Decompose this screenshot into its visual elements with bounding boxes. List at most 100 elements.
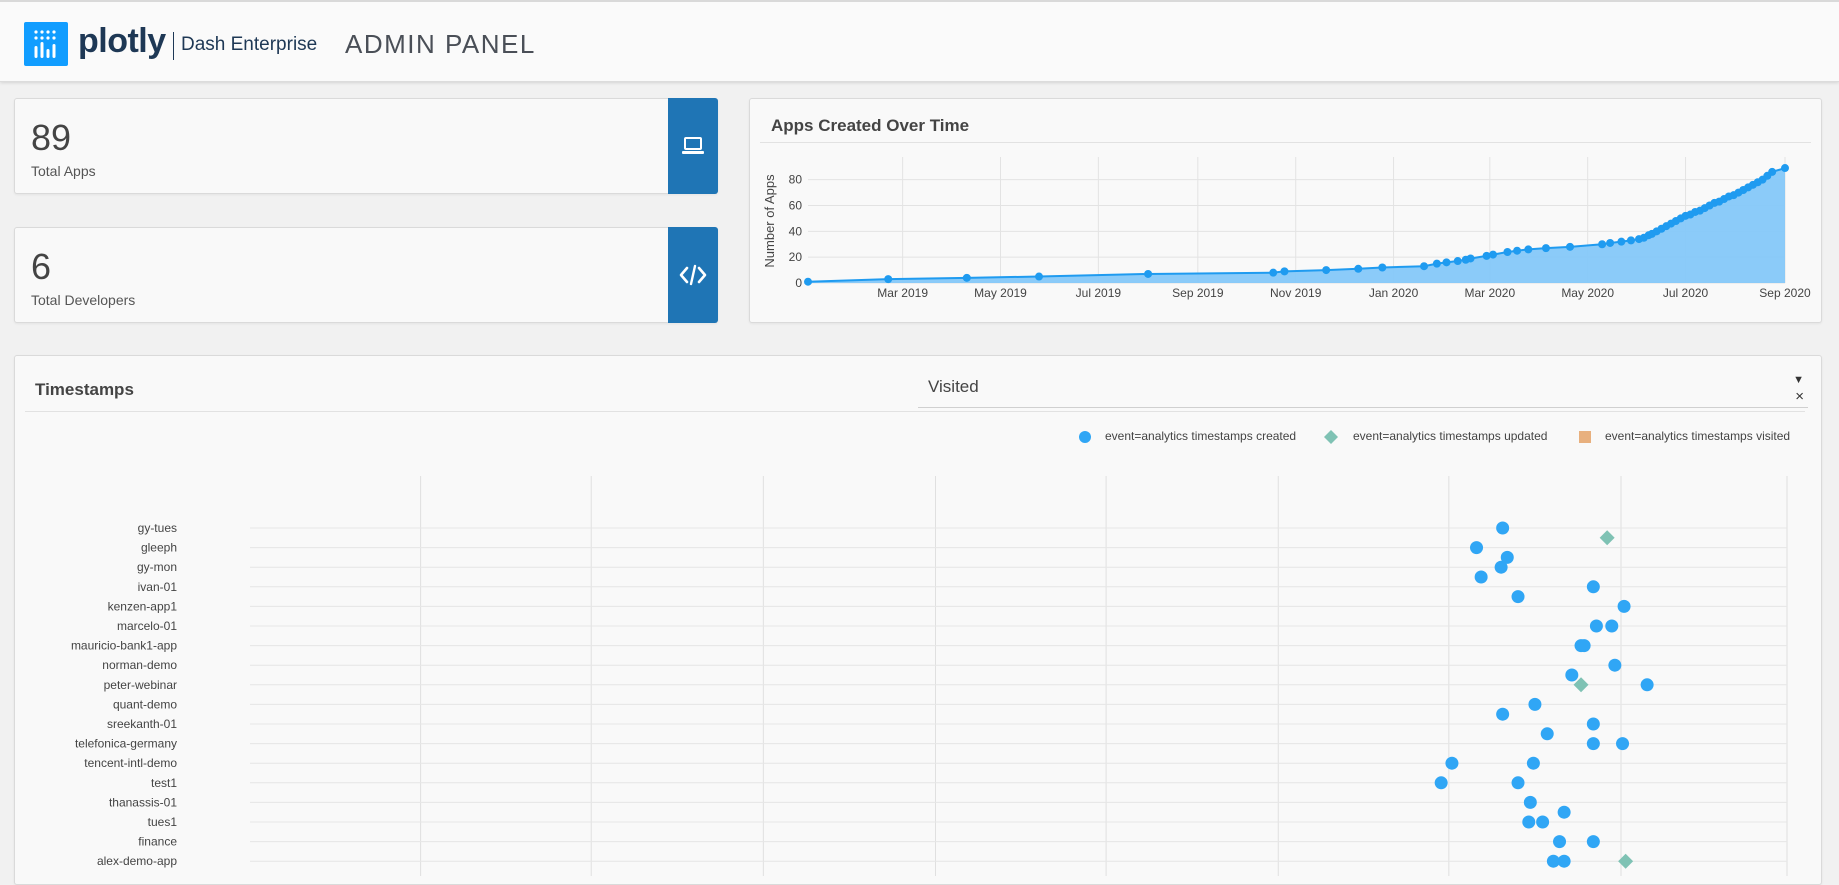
timestamps-row-label: tencent-intl-demo — [84, 756, 177, 770]
apps-chart-point[interactable] — [1466, 254, 1475, 263]
timestamps-row-label: alex-demo-app — [97, 854, 177, 868]
timestamps-point-created[interactable] — [1586, 835, 1600, 849]
logo-divider — [173, 32, 174, 60]
plotly-logo-icon[interactable] — [24, 22, 68, 66]
apps-chart-point[interactable] — [1626, 236, 1635, 245]
apps-chart-point[interactable] — [962, 273, 971, 282]
total-developers-value: 6 — [31, 246, 52, 287]
timestamps-row-label: gleeph — [141, 541, 177, 555]
timestamps-point-updated[interactable] — [1599, 530, 1615, 546]
timestamps-point-created[interactable] — [1523, 795, 1537, 809]
timestamps-title-rule — [25, 411, 1805, 412]
apps-chart-point[interactable] — [1420, 262, 1429, 271]
timestamps-point-created[interactable] — [1511, 590, 1525, 604]
timestamps-chart[interactable]: gy-tues gleeph gy-mon ivan-01 kenzen-app1 mar… — [0, 476, 1839, 876]
timestamps-row-label: gy-tues — [138, 521, 177, 535]
apps-chart-y-tick: 80 — [789, 173, 803, 187]
apps-chart-point[interactable] — [1453, 257, 1462, 266]
apps-chart-x-tick: Sep 2020 — [1759, 286, 1811, 300]
timestamps-point-created[interactable] — [1565, 668, 1579, 682]
legend-marker-updated — [1324, 430, 1338, 444]
total-developers-icon-panel — [668, 227, 718, 323]
event-type-dropdown-value: Visited — [928, 377, 979, 396]
apps-chart-point[interactable] — [1035, 272, 1044, 281]
timestamps-point-created[interactable] — [1616, 737, 1630, 751]
apps-chart-point[interactable] — [1541, 244, 1550, 253]
timestamps-point-created[interactable] — [1470, 541, 1484, 555]
apps-chart-y-label: Number of Apps — [762, 174, 777, 268]
chevron-down-icon[interactable]: ▼ — [1793, 374, 1804, 386]
timestamps-point-created[interactable] — [1586, 737, 1600, 751]
apps-chart[interactable]: Mar 2019 May 2019 Jul 2019 Sep 2019 Nov 2019… — [750, 99, 1823, 324]
top-bar: plotly Dash Enterprise ADMIN PANEL — [0, 0, 1839, 82]
timestamps-point-created[interactable] — [1528, 697, 1542, 711]
legend-label-created[interactable]: event=analytics timestamps created — [1105, 429, 1296, 443]
timestamps-row-label: telefonica-germany — [75, 737, 177, 751]
apps-chart-point[interactable] — [1503, 248, 1512, 256]
apps-chart-point[interactable] — [884, 275, 893, 284]
total-developers-label: Total Developers — [31, 292, 136, 308]
logo-subtitle[interactable]: Dash Enterprise — [181, 34, 317, 56]
apps-chart-point[interactable] — [1606, 238, 1615, 247]
event-type-dropdown[interactable]: Visited ▼ × — [918, 374, 1808, 408]
timestamps-point-created[interactable] — [1434, 776, 1448, 790]
legend-marker-created — [1079, 431, 1091, 443]
timestamps-point-created[interactable] — [1577, 639, 1591, 653]
apps-chart-point[interactable] — [1378, 263, 1387, 272]
apps-chart-point[interactable] — [1442, 258, 1451, 267]
timestamps-point-created[interactable] — [1589, 619, 1603, 633]
timestamps-point-created[interactable] — [1640, 678, 1654, 692]
legend-label-visited[interactable]: event=analytics timestamps visited — [1605, 429, 1790, 443]
total-apps-icon-panel — [668, 98, 718, 194]
apps-chart-point[interactable] — [1781, 164, 1789, 173]
apps-chart-point[interactable] — [1144, 269, 1153, 278]
apps-chart-x-tick: Mar 2020 — [1464, 286, 1515, 300]
apps-chart-point[interactable] — [1598, 240, 1607, 249]
timestamps-row-label: finance — [138, 835, 177, 849]
apps-chart-point[interactable] — [1768, 167, 1777, 176]
clear-icon[interactable]: × — [1795, 388, 1804, 405]
apps-chart-point[interactable] — [1524, 245, 1533, 254]
apps-chart-point[interactable] — [1354, 264, 1363, 273]
apps-chart-x-tick: Jan 2020 — [1369, 286, 1419, 300]
timestamps-point-created[interactable] — [1496, 707, 1510, 721]
code-icon — [679, 264, 707, 286]
apps-chart-x-tick: May 2020 — [1561, 286, 1614, 300]
total-developers-card: 6 Total Developers — [14, 227, 718, 323]
total-apps-value: 89 — [31, 117, 72, 158]
total-apps-label: Total Apps — [31, 163, 96, 179]
apps-chart-point[interactable] — [1566, 242, 1575, 251]
apps-chart-point[interactable] — [1513, 246, 1522, 255]
timestamps-point-created[interactable] — [1445, 756, 1459, 770]
logo-wordmark[interactable]: plotly — [78, 22, 166, 61]
timestamps-point-created[interactable] — [1526, 756, 1540, 770]
timestamps-title: Timestamps — [35, 380, 134, 399]
timestamps-point-created[interactable] — [1605, 619, 1619, 633]
timestamps-point-created[interactable] — [1522, 815, 1536, 829]
timestamps-point-created[interactable] — [1586, 717, 1600, 731]
timestamps-point-created[interactable] — [1511, 776, 1525, 790]
timestamps-point-created[interactable] — [1608, 658, 1622, 672]
apps-chart-point[interactable] — [1489, 250, 1498, 259]
timestamps-row-label: ivan-01 — [138, 580, 178, 594]
apps-chart-point[interactable] — [1322, 266, 1331, 275]
timestamps-point-created[interactable] — [1553, 835, 1567, 849]
timestamps-point-created[interactable] — [1546, 854, 1560, 868]
legend-label-updated[interactable]: event=analytics timestamps updated — [1353, 429, 1547, 443]
timestamps-point-created[interactable] — [1540, 727, 1554, 741]
apps-chart-point[interactable] — [804, 277, 812, 286]
timestamps-point-created[interactable] — [1496, 521, 1510, 535]
timestamps-point-created[interactable] — [1494, 560, 1508, 574]
timestamps-point-created[interactable] — [1536, 815, 1550, 829]
apps-chart-point[interactable] — [1280, 267, 1289, 276]
apps-chart-point[interactable] — [1432, 259, 1441, 268]
timestamps-row-label: sreekanth-01 — [107, 717, 177, 731]
timestamps-point-created[interactable] — [1557, 805, 1571, 819]
timestamps-point-updated[interactable] — [1618, 853, 1634, 869]
laptop-icon — [682, 137, 704, 154]
timestamps-point-created[interactable] — [1474, 570, 1488, 584]
timestamps-point-created[interactable] — [1586, 580, 1600, 594]
apps-chart-point[interactable] — [1617, 237, 1626, 246]
apps-chart-point[interactable] — [1269, 268, 1278, 277]
timestamps-point-created[interactable] — [1617, 599, 1631, 613]
